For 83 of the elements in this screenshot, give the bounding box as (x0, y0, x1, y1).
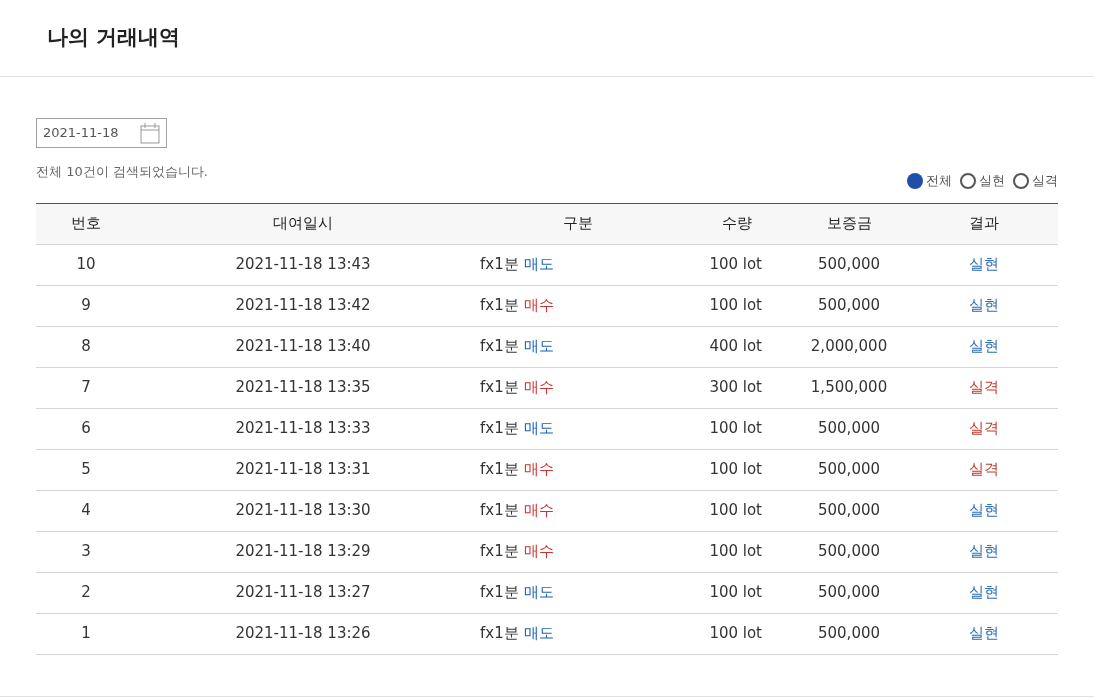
table-cell: 500,000 (818, 460, 880, 479)
filter-radio[interactable]: 실현 (960, 171, 1005, 191)
table-cell-text: 3 (80, 541, 92, 563)
product-text: fx1분 (480, 418, 519, 440)
table-cell-text: 2 (80, 582, 92, 604)
table-cell: 500,000 (818, 542, 880, 561)
table-cell-text: 2021-11-18 13:29 (234, 541, 372, 563)
calendar-icon[interactable] (140, 122, 160, 144)
result-text: 실격 (969, 419, 999, 438)
result-text: 실현 (969, 255, 999, 274)
table-cell-text: 2021-11-18 13:42 (234, 295, 372, 317)
table-cell: 500,000 (818, 583, 880, 602)
column-header: 구분 (562, 213, 594, 235)
table-cell: 2,000,000 (810, 337, 888, 356)
table-cell-text: 5 (80, 459, 92, 481)
product-text: fx1분 (480, 623, 519, 645)
product-text: fx1분 (480, 582, 519, 604)
result-text: 실현 (969, 583, 999, 602)
table-cell-text: 2021-11-18 13:35 (234, 377, 372, 399)
table-cell-text: 2021-11-18 13:26 (234, 623, 372, 645)
result-text: 실격 (969, 378, 999, 397)
product-text: fx1분 (480, 541, 519, 563)
column-header: 번호 (70, 213, 102, 235)
filter-radio[interactable]: 전체 (907, 171, 952, 191)
table-cell: 400 lot (709, 337, 762, 356)
table-cell: 500,000 (818, 255, 880, 274)
table-cell: 100 lot (709, 501, 762, 520)
trade-side: 매도 (523, 254, 554, 276)
table-cell: 500,000 (818, 296, 880, 315)
result-text: 실현 (969, 542, 999, 561)
table-cell-text: 2021-11-18 13:27 (234, 582, 372, 604)
table-cell: 100 lot (709, 583, 762, 602)
column-header: 대여일시 (272, 213, 334, 235)
column-header: 수량 (721, 213, 753, 235)
table-cell: 300 lot (709, 378, 762, 397)
table-cell-text: 4 (80, 500, 92, 522)
table-cell-text: 2021-11-18 13:43 (234, 254, 372, 276)
table-cell: 100 lot (709, 624, 762, 643)
product-text: fx1분 (480, 377, 519, 399)
result-text: 실현 (969, 501, 999, 520)
table-cell: 500,000 (818, 419, 880, 438)
table-cell-text: 6 (80, 418, 92, 440)
trade-side: 매도 (523, 582, 554, 604)
product-text: fx1분 (480, 254, 519, 276)
trade-side: 매도 (523, 336, 554, 358)
table-cell: 100 lot (709, 255, 762, 274)
trade-side: 매수 (523, 377, 554, 399)
product-text: fx1분 (480, 336, 519, 358)
result-text: 실현 (969, 337, 999, 356)
table-cell-text: 9 (80, 295, 92, 317)
table-cell-text: 2021-11-18 13:40 (234, 336, 372, 358)
table-cell: 100 lot (709, 419, 762, 438)
product-text: fx1분 (480, 295, 519, 317)
date-field[interactable]: 2021-11-18 (36, 118, 167, 148)
table-cell: 500,000 (818, 624, 880, 643)
table-cell-text: 10 (75, 254, 97, 276)
table-cell-text: 8 (80, 336, 92, 358)
trade-side: 매도 (523, 623, 554, 645)
trade-side: 매수 (523, 459, 554, 481)
table-cell-text: 2021-11-18 13:31 (234, 459, 372, 481)
table-cell: 500,000 (818, 501, 880, 520)
trade-side: 매수 (523, 295, 554, 317)
filter-radio[interactable]: 실격 (1013, 171, 1058, 191)
table-cell: 100 lot (709, 296, 762, 315)
table-cell-text: 7 (80, 377, 92, 399)
trade-side: 매수 (523, 541, 554, 563)
result-text: 실격 (969, 460, 999, 479)
trade-side: 매도 (523, 418, 554, 440)
table-cell: 1,500,000 (810, 378, 888, 397)
table-cell: 100 lot (709, 460, 762, 479)
table-cell-text: 2021-11-18 13:33 (234, 418, 372, 440)
result-count: 전체 10건이 검색되었습니다. (36, 163, 208, 181)
column-header: 보증금 (825, 213, 873, 235)
page-title: 나의 거래내역 (47, 24, 181, 52)
product-text: fx1분 (480, 500, 519, 522)
table-cell: 100 lot (709, 542, 762, 561)
trade-side: 매수 (523, 500, 554, 522)
result-text: 실현 (969, 296, 999, 315)
column-header: 결과 (968, 213, 1000, 235)
result-text: 실현 (969, 624, 999, 643)
product-text: fx1분 (480, 459, 519, 481)
table-cell-text: 2021-11-18 13:30 (234, 500, 372, 522)
table-cell-text: 1 (80, 623, 92, 645)
